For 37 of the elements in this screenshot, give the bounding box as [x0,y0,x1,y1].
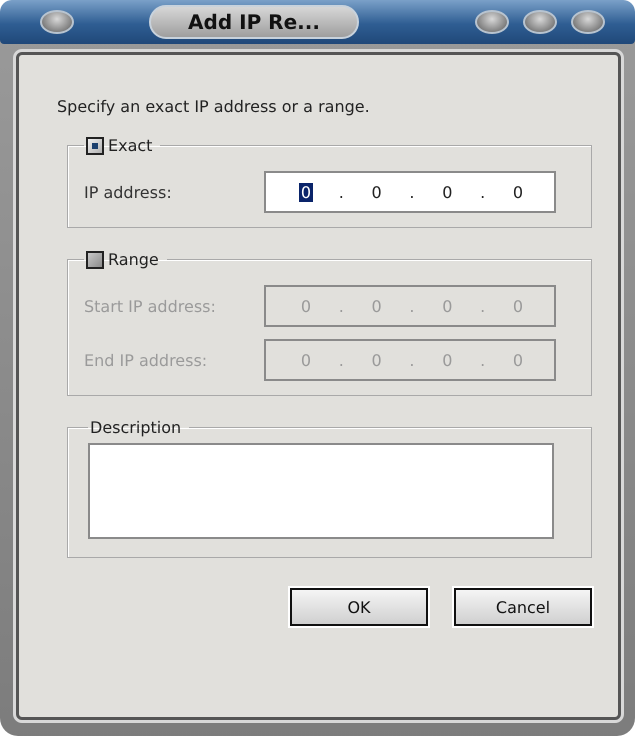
octet-text: 0 [300,350,312,370]
octet-text: 0 [512,182,524,202]
checkbox-label[interactable]: Exact [108,136,152,155]
window-control-button[interactable] [475,10,509,34]
separator-text: . [480,350,486,370]
octet-text: 0 [370,182,383,202]
octet-text: 0 [370,296,383,316]
field-label: IP address: [84,182,173,202]
ok-button[interactable]: OK [290,588,428,626]
window-control-button[interactable] [40,10,74,34]
window-control-button[interactable] [571,10,605,34]
octet-text: 0 [441,182,454,202]
octet-text: 0 [441,296,454,316]
description-field[interactable] [88,443,554,539]
window-control-button[interactable] [523,10,557,34]
octet-text: 0 [512,350,524,370]
instruction-text: Specify an exact IP address or a range. [57,97,371,116]
window-title: Add IP Re... [149,5,359,39]
separator-text: . [409,296,415,316]
separator-text: . [480,296,486,316]
group-label: Description [90,418,182,437]
field-label: End IP address: [84,350,208,370]
field-label: Start IP address: [84,296,217,316]
octet-text: 0 [512,296,524,316]
separator-text: . [338,182,344,202]
octet-text: 0 [298,182,314,202]
octet-text: 0 [370,350,383,370]
separator-text: . [480,182,486,202]
separator-text: . [338,296,344,316]
octet-text: 0 [441,350,454,370]
separator-text: . [338,350,344,370]
separator-text: . [409,182,415,202]
separator-text: . [409,350,415,370]
octet-text: 0 [300,296,312,316]
ip-address-field[interactable]: 0 . 0 . 0 . 0 [264,171,556,213]
checkbox[interactable] [86,136,104,154]
cancel-button[interactable]: Cancel [454,588,592,626]
